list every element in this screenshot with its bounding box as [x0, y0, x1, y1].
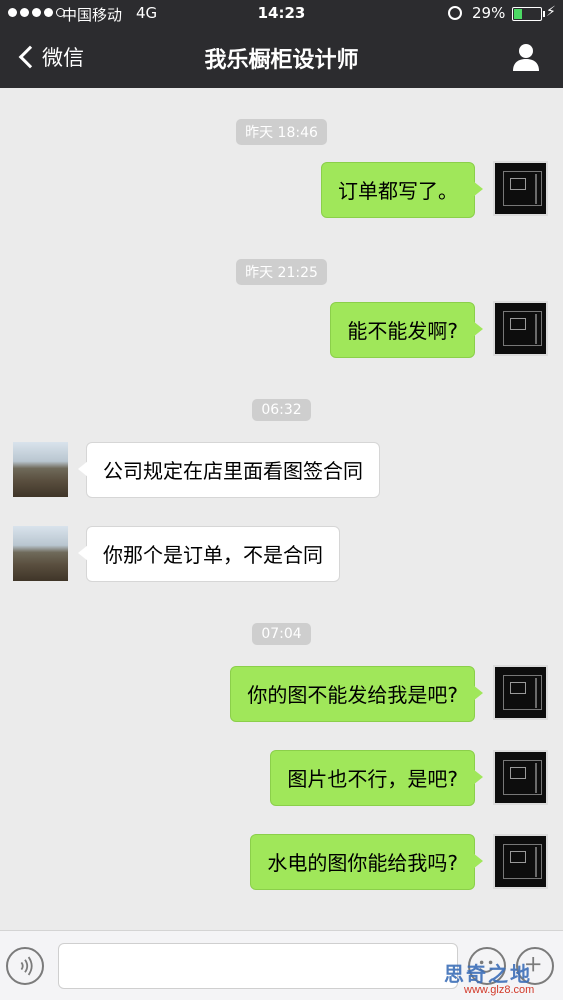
sent-message-bubble[interactable]: 水电的图你能给我吗?: [250, 834, 483, 890]
timestamp: 昨天 21:25: [0, 259, 563, 285]
timestamp: 昨天 18:46: [0, 119, 563, 145]
battery-percent: 29%: [472, 4, 506, 22]
back-label: 微信: [42, 46, 84, 70]
watermark-logo: 思奇之地: [444, 962, 532, 986]
received-message-bubble[interactable]: 你那个是订单，不是合同: [78, 526, 340, 582]
top-bar: 中国移动 4G 14:23 29% ⚡ 微信 我乐橱柜设计师: [0, 0, 563, 88]
my-avatar[interactable]: [493, 834, 548, 889]
battery-icon: [512, 7, 545, 21]
sent-message-bubble[interactable]: 图片也不行，是吧?: [270, 750, 483, 806]
voice-icon[interactable]: [6, 947, 44, 985]
timestamp: 07:04: [0, 623, 563, 645]
back-button[interactable]: 微信: [16, 42, 84, 72]
message-list[interactable]: 昨天 18:46 订单都写了。 昨天 21:25 能不能发啊? 06:32 公司…: [0, 88, 563, 930]
status-bar: 中国移动 4G 14:23 29% ⚡: [0, 0, 563, 28]
charging-bolt-icon: ⚡: [546, 4, 556, 20]
chat-title: 我乐橱柜设计师: [204, 48, 359, 73]
message-input[interactable]: [58, 943, 458, 989]
sent-message-bubble[interactable]: 订单都写了。: [321, 162, 483, 218]
navigation-bar: 微信 我乐橱柜设计师: [0, 28, 563, 88]
site-watermark: 思奇之地 www.glz8.com: [444, 956, 562, 998]
received-message-bubble[interactable]: 公司规定在店里面看图签合同: [78, 442, 380, 498]
timestamp: 06:32: [0, 399, 563, 421]
my-avatar[interactable]: [493, 301, 548, 356]
battery-fill: [514, 9, 523, 19]
sent-message-bubble[interactable]: 能不能发啊?: [330, 302, 483, 358]
my-avatar[interactable]: [493, 665, 548, 720]
my-avatar[interactable]: [493, 750, 548, 805]
watermark-url: www.glz8.com: [464, 984, 535, 996]
alarm-clock-icon: [448, 6, 462, 20]
chevron-left-icon: [18, 45, 42, 69]
contact-avatar[interactable]: [13, 442, 68, 497]
contact-avatar[interactable]: [13, 526, 68, 581]
my-avatar[interactable]: [493, 161, 548, 216]
profile-icon[interactable]: [511, 42, 541, 72]
sent-message-bubble[interactable]: 你的图不能发给我是吧?: [230, 666, 483, 722]
